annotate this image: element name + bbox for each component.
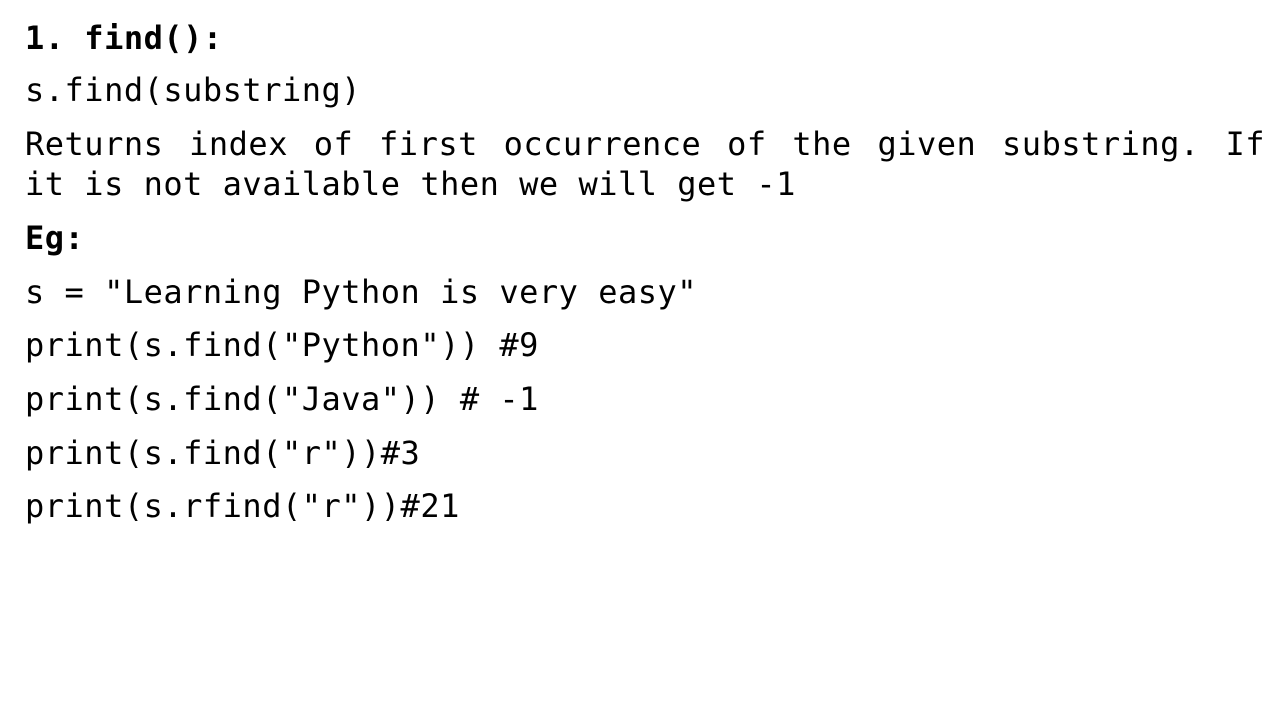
code-line: s = "Learning Python is very easy"	[25, 273, 698, 311]
method-description: Returns index of first occurrence of the…	[25, 125, 1265, 203]
code-line: print(s.rfind("r"))#21	[25, 487, 460, 525]
code-line: print(s.find("Python")) #9	[25, 326, 539, 364]
code-line: print(s.find("r"))#3	[25, 434, 421, 472]
method-syntax: s.find(substring)	[25, 71, 362, 109]
slide: 1. find(): s.find(substring) Returns ind…	[0, 0, 1280, 720]
section-heading: 1. find():	[25, 19, 223, 57]
example-label: Eg:	[25, 219, 85, 257]
code-line: print(s.find("Java")) # -1	[25, 380, 539, 418]
